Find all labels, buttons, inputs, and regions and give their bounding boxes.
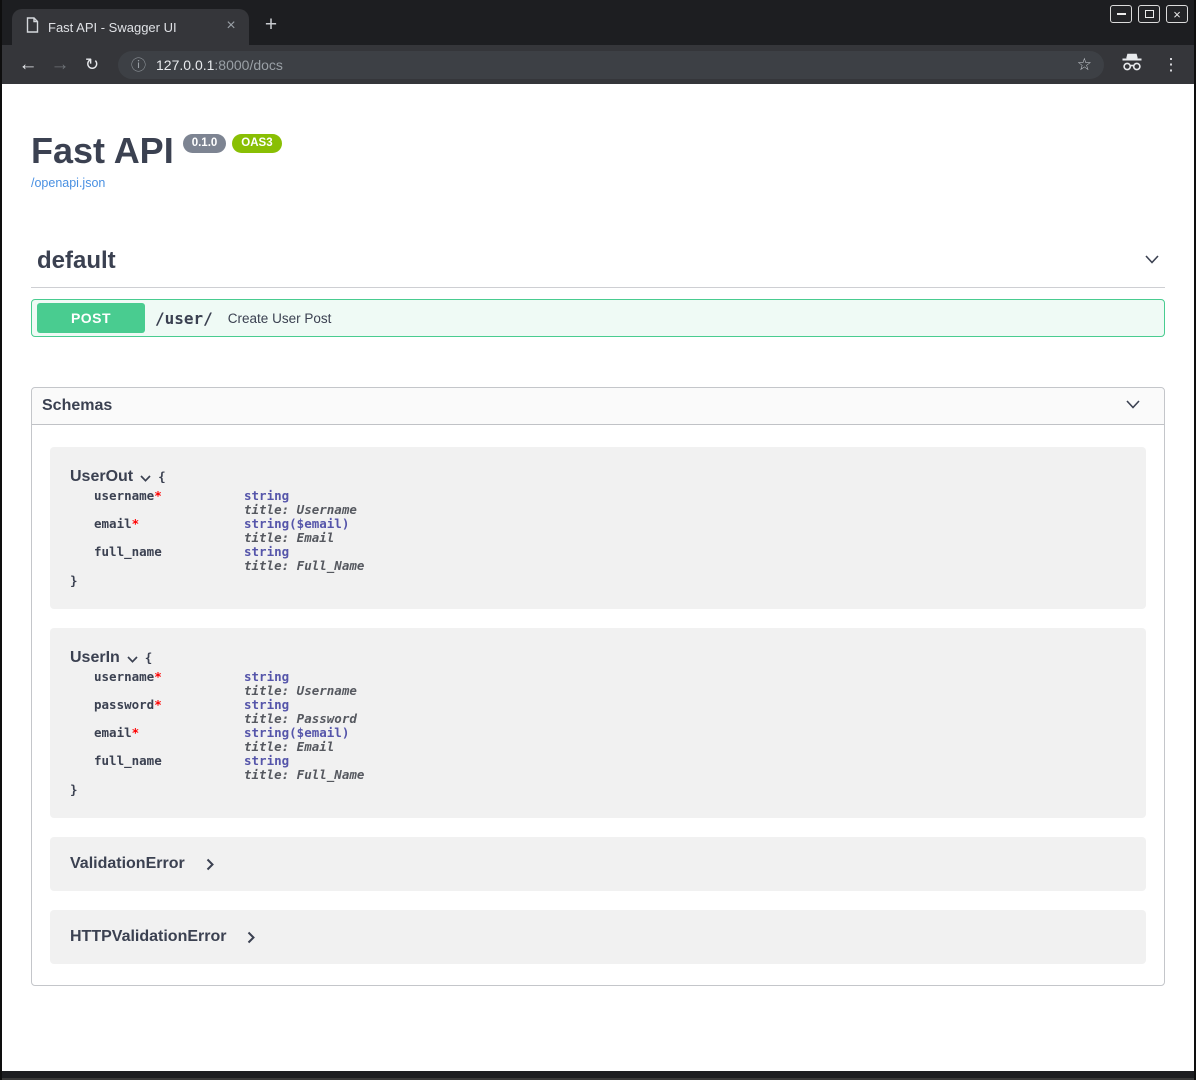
minimize-button[interactable] xyxy=(1110,5,1132,23)
open-brace: { xyxy=(145,648,153,668)
page-favicon-icon xyxy=(26,17,39,38)
url-text: 127.0.0.1:8000/docs xyxy=(156,57,283,73)
property-row: username* string title: Username xyxy=(70,670,1126,698)
property-row: username* string title: Username xyxy=(70,489,1126,517)
model-userin: UserIn { username* string title: Usernam… xyxy=(50,628,1146,818)
method-badge: POST xyxy=(37,303,145,333)
tag-name: default xyxy=(37,247,116,275)
chevron-down-icon[interactable] xyxy=(127,656,138,663)
forward-icon[interactable]: → xyxy=(44,54,76,76)
new-tab-button[interactable]: + xyxy=(258,13,284,39)
prop-type: string xyxy=(244,725,289,740)
api-info: Fast API 0.1.0 OAS3 xyxy=(31,131,1165,171)
prop-name: email xyxy=(94,725,132,740)
maximize-icon xyxy=(1145,10,1154,18)
model-userout-header[interactable]: UserOut { xyxy=(70,467,1126,487)
operation-path: /user/ xyxy=(155,309,213,328)
url-path: :8000/docs xyxy=(214,57,283,73)
maximize-button[interactable] xyxy=(1138,5,1160,23)
browser-toolbar: ← → ↻ ⓘ 127.0.0.1:8000/docs ☆ ⋮ xyxy=(2,45,1194,84)
prop-title: title: Email xyxy=(244,739,334,754)
required-star: * xyxy=(154,697,162,712)
property-row: password* string title: Password xyxy=(70,698,1126,726)
tab-close-icon[interactable]: × xyxy=(222,18,240,36)
prop-title: title: Username xyxy=(244,683,357,698)
model-userout: UserOut { username* string title: Userna… xyxy=(50,447,1146,609)
chevron-down-icon[interactable] xyxy=(140,475,151,482)
prop-title: title: Password xyxy=(244,711,357,726)
browser-tab[interactable]: Fast API - Swagger UI × xyxy=(12,9,249,45)
back-icon[interactable]: ← xyxy=(12,54,44,76)
model-properties: username* string title: Username passwor… xyxy=(70,670,1126,782)
prop-type: string xyxy=(244,544,289,559)
tag-section-default[interactable]: default xyxy=(31,247,1165,288)
open-brace: { xyxy=(158,467,166,487)
model-validationerror[interactable]: ValidationError xyxy=(50,837,1146,891)
prop-type: string xyxy=(244,669,289,684)
swagger-page: Fast API 0.1.0 OAS3 /openapi.json defaul… xyxy=(2,84,1194,1071)
required-star: * xyxy=(132,725,140,740)
minimize-icon xyxy=(1117,13,1126,15)
required-star: * xyxy=(154,669,162,684)
site-info-icon[interactable]: ⓘ xyxy=(131,54,146,75)
schemas-header[interactable]: Schemas xyxy=(32,388,1164,425)
reload-icon[interactable]: ↻ xyxy=(76,55,108,75)
prop-type: string xyxy=(244,697,289,712)
bookmark-star-icon[interactable]: ☆ xyxy=(1077,55,1092,75)
prop-format: ($email) xyxy=(289,516,349,531)
prop-format: ($email) xyxy=(289,725,349,740)
prop-name: email xyxy=(94,516,132,531)
model-httpvalidationerror[interactable]: HTTPValidationError xyxy=(50,910,1146,964)
property-row: full_name string title: Full_Name xyxy=(70,545,1126,573)
prop-type: string xyxy=(244,753,289,768)
property-row: email* string($email) title: Email xyxy=(70,517,1126,545)
close-button[interactable]: × xyxy=(1166,5,1188,23)
url-bar[interactable]: ⓘ 127.0.0.1:8000/docs ☆ xyxy=(118,51,1104,79)
tab-strip: Fast API - Swagger UI × + × xyxy=(2,0,1194,45)
version-badge: 0.1.0 xyxy=(183,134,227,153)
model-name: UserOut xyxy=(70,467,133,487)
model-userin-header[interactable]: UserIn { xyxy=(70,648,1126,668)
api-title: Fast API xyxy=(31,131,174,171)
prop-name: username xyxy=(94,488,154,503)
prop-name: full_name xyxy=(94,753,162,768)
model-name: ValidationError xyxy=(70,855,185,873)
model-name: HTTPValidationError xyxy=(70,928,226,946)
close-brace: } xyxy=(70,782,1126,798)
prop-title: title: Full_Name xyxy=(244,767,364,782)
opblock-post-user[interactable]: POST /user/ Create User Post xyxy=(31,299,1165,337)
required-star: * xyxy=(132,516,140,531)
incognito-icon xyxy=(1120,53,1144,77)
chevron-down-icon[interactable] xyxy=(1142,249,1162,274)
oas3-badge: OAS3 xyxy=(232,134,281,153)
prop-title: title: Email xyxy=(244,530,334,545)
chevron-right-icon[interactable] xyxy=(206,858,214,871)
prop-name: password xyxy=(94,697,154,712)
required-star: * xyxy=(154,488,162,503)
browser-window: Fast API - Swagger UI × + × ← → ↻ ⓘ 127.… xyxy=(0,0,1196,1080)
prop-name: username xyxy=(94,669,154,684)
schemas-section: Schemas UserOut { xyxy=(31,387,1165,986)
prop-title: title: Full_Name xyxy=(244,558,364,573)
schemas-title: Schemas xyxy=(42,397,112,415)
schemas-body: UserOut { username* string title: Userna… xyxy=(32,425,1164,985)
prop-name: full_name xyxy=(94,544,162,559)
window-bottom-edge xyxy=(2,1071,1194,1080)
chevron-right-icon[interactable] xyxy=(247,931,255,944)
prop-title: title: Username xyxy=(244,502,357,517)
prop-type: string xyxy=(244,516,289,531)
window-controls: × xyxy=(1110,5,1188,23)
property-row: email* string($email) title: Email xyxy=(70,726,1126,754)
model-name: UserIn xyxy=(70,648,120,668)
operation-summary: Create User Post xyxy=(228,311,332,326)
model-properties: username* string title: Username email* … xyxy=(70,489,1126,573)
property-row: full_name string title: Full_Name xyxy=(70,754,1126,782)
tab-title: Fast API - Swagger UI xyxy=(48,20,222,35)
url-host: 127.0.0.1 xyxy=(156,57,214,73)
chevron-down-icon[interactable] xyxy=(1123,394,1143,419)
prop-type: string xyxy=(244,488,289,503)
openapi-spec-link[interactable]: /openapi.json xyxy=(31,176,105,190)
close-brace: } xyxy=(70,573,1126,589)
browser-menu-icon[interactable]: ⋮ xyxy=(1158,55,1184,75)
